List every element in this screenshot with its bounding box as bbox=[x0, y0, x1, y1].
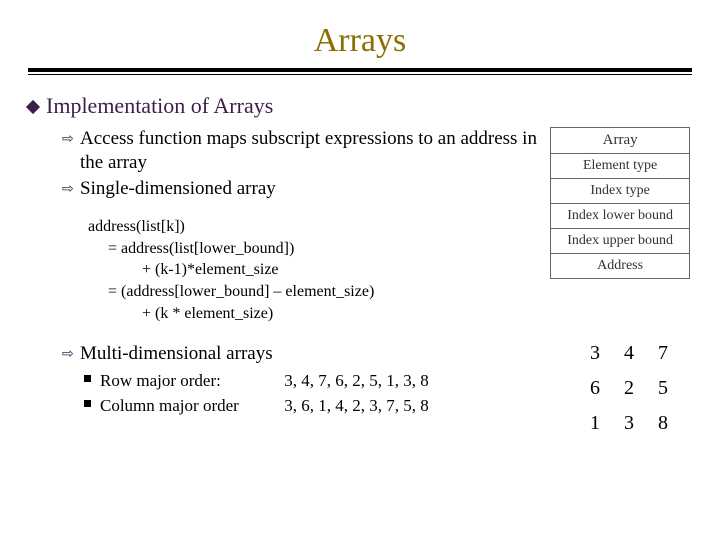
code-line: address(list[k]) bbox=[88, 216, 550, 238]
table-cell: Element type bbox=[551, 154, 690, 179]
diamond-icon bbox=[26, 100, 40, 114]
code-line: + (k * element_size) bbox=[88, 303, 550, 325]
table-cell: Index type bbox=[551, 179, 690, 204]
array-descriptor-table: Array Element type Index type Index lowe… bbox=[550, 127, 690, 279]
matrix-cell: 1 bbox=[578, 406, 612, 441]
table-cell: Index lower bound bbox=[551, 204, 690, 229]
matrix-cell: 4 bbox=[612, 336, 646, 371]
order-label: Column major order bbox=[100, 393, 280, 419]
address-formula: address(list[k]) = address(list[lower_bo… bbox=[88, 216, 550, 324]
bullet-column-major: Column major order 3, 6, 1, 4, 2, 3, 7, … bbox=[84, 393, 578, 419]
table-cell: Index upper bound bbox=[551, 229, 690, 254]
code-line: = address(list[lower_bound]) bbox=[88, 238, 550, 260]
matrix-cell: 8 bbox=[646, 406, 680, 441]
bullet-text: Access function maps subscript expressio… bbox=[80, 128, 537, 173]
bullet-access-function: ⇨ Access function maps subscript express… bbox=[62, 127, 550, 175]
section-heading: Implementation of Arrays bbox=[28, 93, 692, 119]
bullet-multi-dim: ⇨ Multi-dimensional arrays bbox=[62, 342, 578, 366]
bullet-row-major: Row major order: 3, 4, 7, 6, 2, 5, 1, 3,… bbox=[84, 368, 578, 394]
table-cell: Address bbox=[551, 254, 690, 279]
arrow-icon: ⇨ bbox=[62, 181, 74, 199]
bullet-text: Single-dimensioned array bbox=[80, 178, 276, 199]
code-line: = (address[lower_bound] – element_size) bbox=[88, 281, 550, 303]
matrix-cell: 3 bbox=[612, 406, 646, 441]
bullet-list-level1: ⇨ Access function maps subscript express… bbox=[62, 127, 550, 200]
order-label: Row major order: bbox=[100, 368, 280, 394]
title-rule bbox=[0, 68, 720, 75]
square-icon bbox=[84, 375, 91, 382]
matrix-cell: 7 bbox=[646, 336, 680, 371]
order-sequence: 3, 6, 1, 4, 2, 3, 7, 5, 8 bbox=[284, 396, 429, 415]
matrix-cell: 3 bbox=[578, 336, 612, 371]
matrix-cell: 5 bbox=[646, 371, 680, 406]
example-matrix: 3 4 7 6 2 5 1 3 8 bbox=[578, 336, 680, 441]
square-icon bbox=[84, 400, 91, 407]
bullet-text: Multi-dimensional arrays bbox=[80, 343, 273, 364]
code-line: + (k-1)*element_size bbox=[88, 259, 550, 281]
table-cell: Array bbox=[551, 128, 690, 154]
bullet-list-level2: Row major order: 3, 4, 7, 6, 2, 5, 1, 3,… bbox=[84, 368, 578, 419]
bullet-single-dim: ⇨ Single-dimensioned array bbox=[62, 177, 550, 201]
matrix-cell: 6 bbox=[578, 371, 612, 406]
arrow-icon: ⇨ bbox=[62, 131, 74, 149]
matrix-cell: 2 bbox=[612, 371, 646, 406]
page-title: Arrays bbox=[0, 0, 720, 68]
section-heading-text: Implementation of Arrays bbox=[46, 93, 273, 118]
arrow-icon: ⇨ bbox=[62, 346, 74, 364]
order-sequence: 3, 4, 7, 6, 2, 5, 1, 3, 8 bbox=[284, 371, 429, 390]
